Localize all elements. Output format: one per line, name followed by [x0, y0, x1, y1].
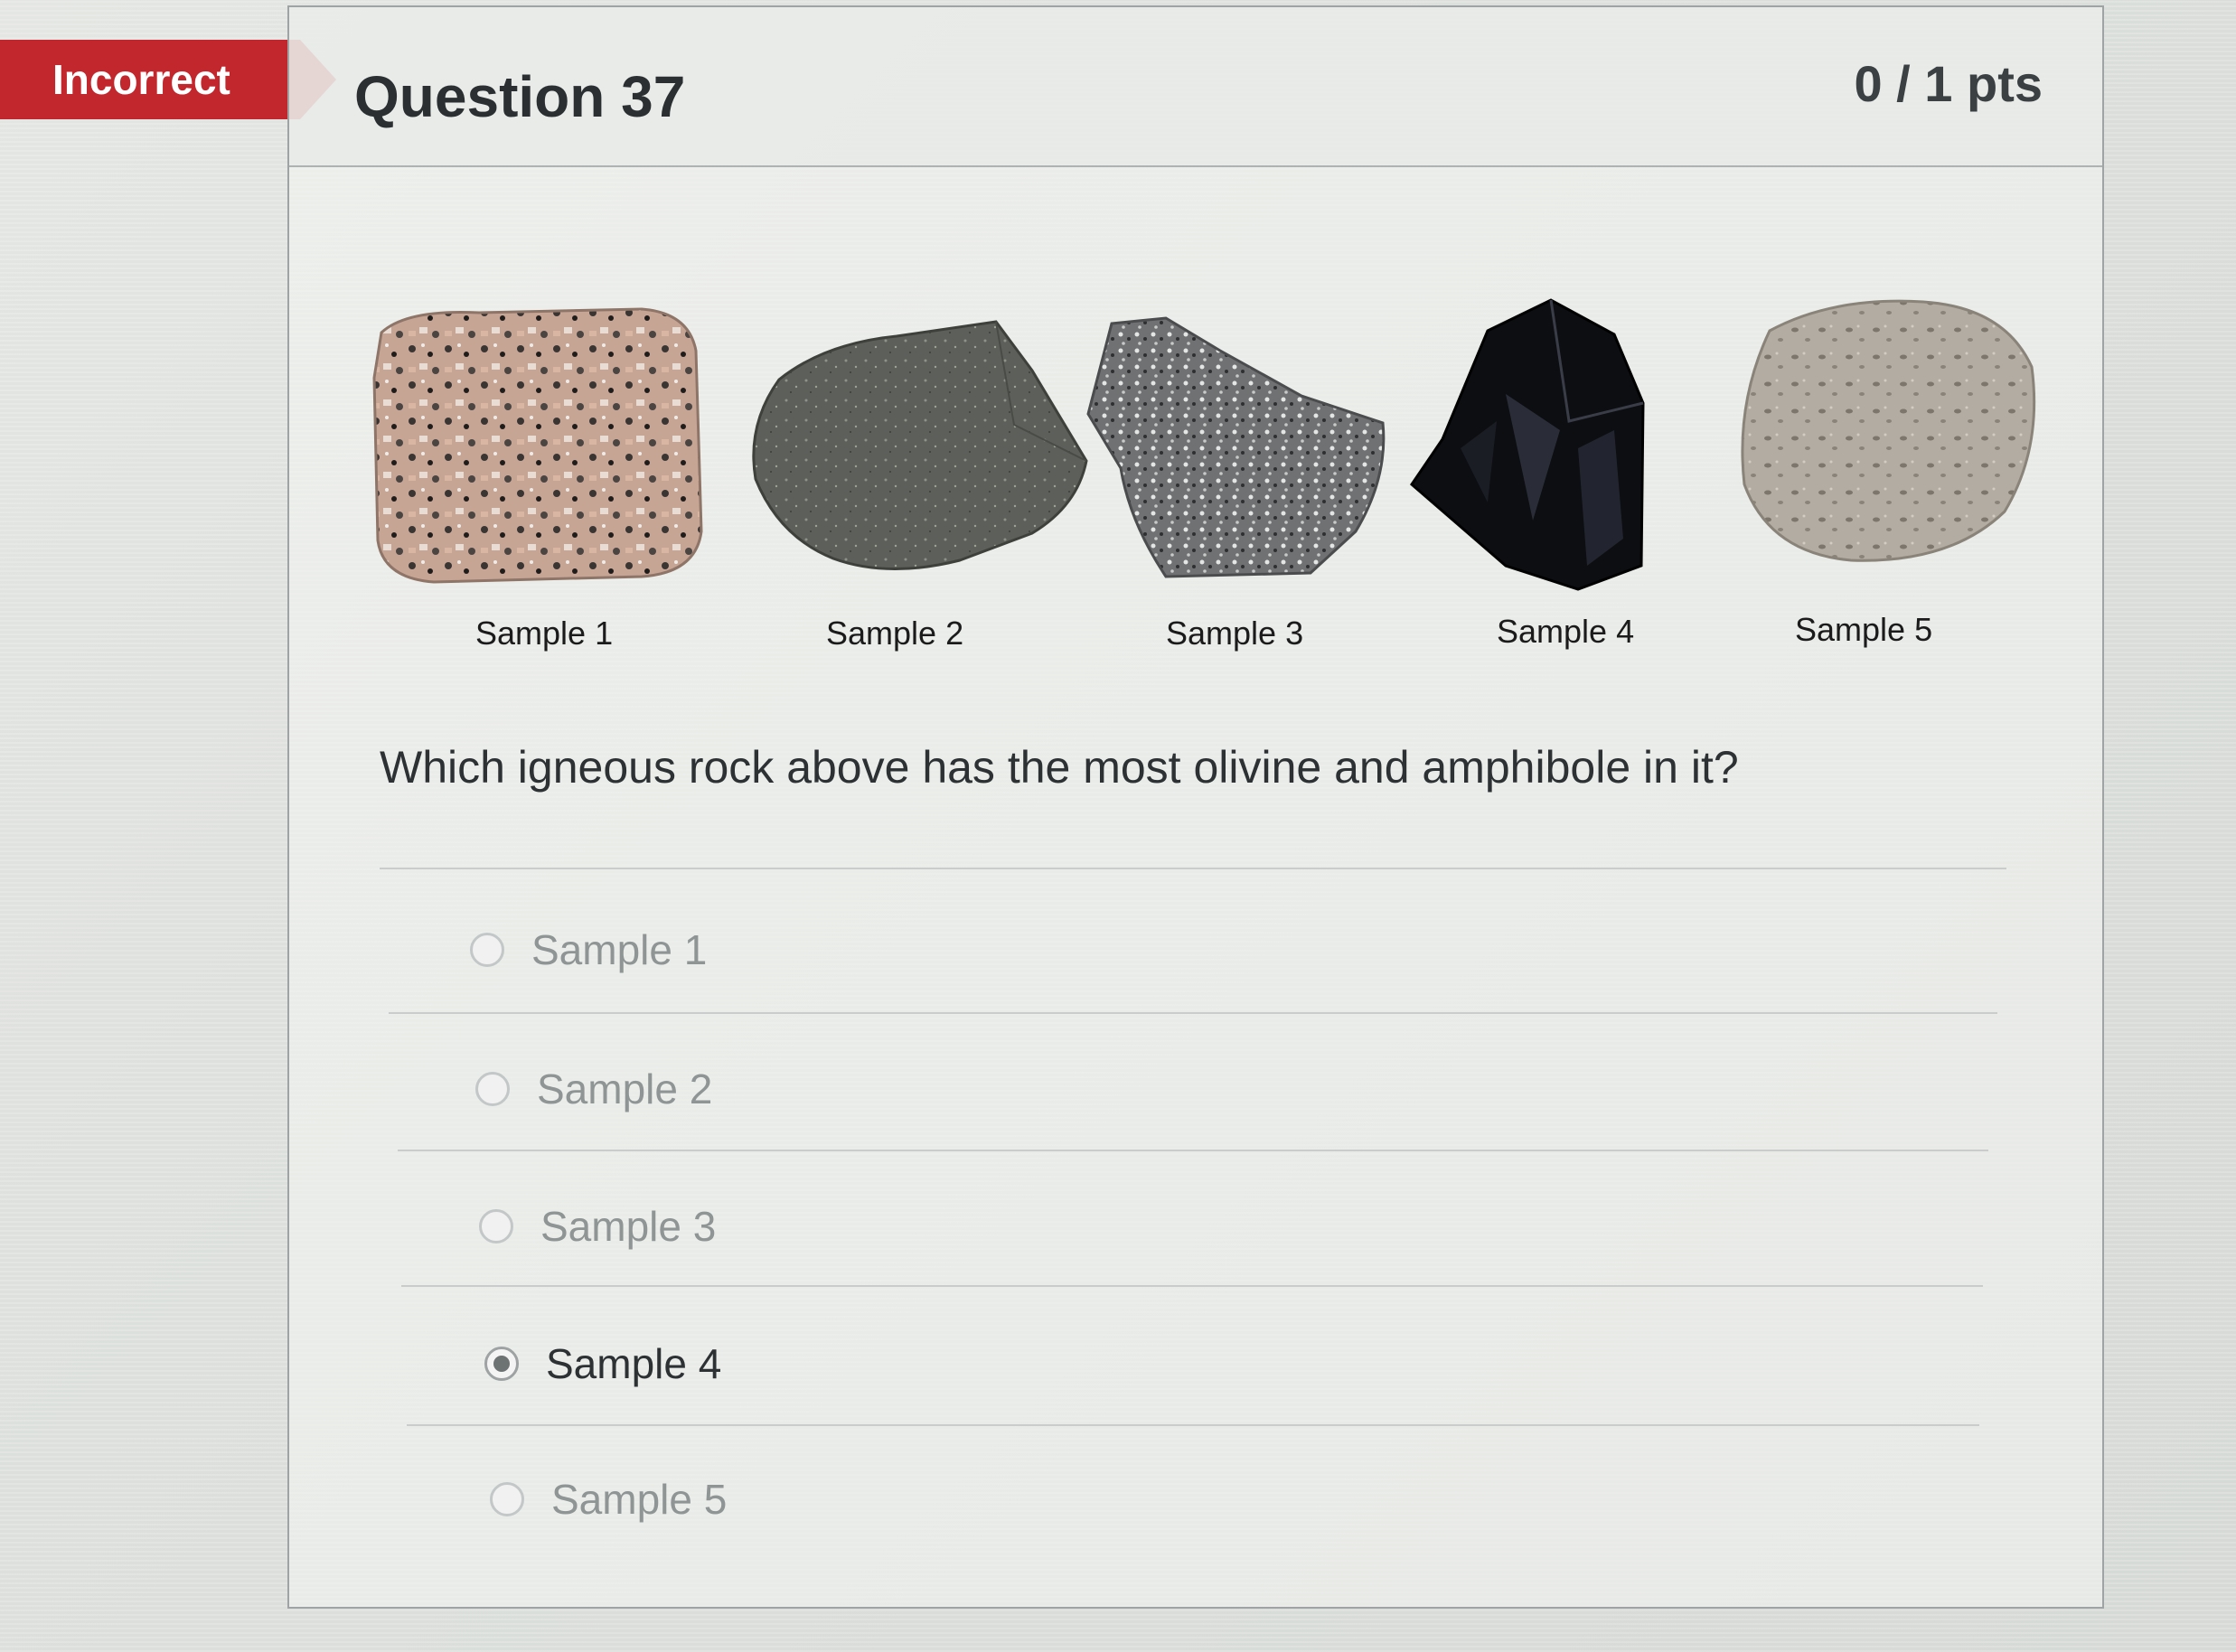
incorrect-banner: Incorrect	[0, 40, 336, 119]
basalt-rock-image	[743, 316, 1095, 578]
answer-divider	[398, 1150, 1988, 1151]
question-header: Question 37 0 / 1 pts	[289, 7, 2102, 167]
question-text: Which igneous rock above has the most ol…	[380, 742, 1739, 793]
answer-divider	[380, 868, 2006, 869]
answer-option-3[interactable]: Sample 3	[479, 1202, 716, 1251]
granite-rock-image	[371, 305, 705, 586]
answer-option-5[interactable]: Sample 5	[490, 1475, 727, 1524]
pumice-rock-image	[1733, 295, 2041, 566]
answer-divider	[389, 1012, 1997, 1014]
answer-label: Sample 5	[551, 1476, 728, 1523]
answer-divider	[407, 1424, 1979, 1426]
radio-button[interactable]	[479, 1209, 513, 1244]
rock-samples-image: Sample 1 Sample 2 Sample 3 Sample 4 Samp…	[371, 278, 2052, 685]
radio-button[interactable]	[470, 933, 504, 967]
sample-caption: Sample 5	[1795, 611, 1933, 648]
answer-label: Sample 2	[537, 1065, 713, 1112]
sample-caption: Sample 1	[475, 615, 614, 652]
answer-label: Sample 3	[540, 1203, 717, 1250]
obsidian-rock-image	[1406, 295, 1650, 593]
answer-divider	[401, 1285, 1983, 1287]
answer-option-2[interactable]: Sample 2	[475, 1065, 712, 1113]
sample-caption: Sample 3	[1166, 615, 1304, 652]
question-title: Question 37	[354, 64, 686, 129]
answer-label: Sample 4	[546, 1340, 722, 1387]
radio-button-selected[interactable]	[484, 1347, 519, 1381]
sample-caption: Sample 2	[826, 615, 964, 652]
answer-option-4[interactable]: Sample 4	[484, 1339, 721, 1388]
answer-option-1[interactable]: Sample 1	[470, 925, 707, 974]
radio-button[interactable]	[490, 1482, 524, 1516]
question-card: Question 37 0 / 1 pts Sample 1 Sample 2 …	[287, 5, 2104, 1609]
diorite-rock-image	[1085, 314, 1392, 586]
sample-caption: Sample 4	[1497, 613, 1635, 650]
question-points: 0 / 1 pts	[1854, 55, 2043, 112]
radio-button[interactable]	[475, 1072, 510, 1106]
answer-label: Sample 1	[531, 926, 708, 973]
